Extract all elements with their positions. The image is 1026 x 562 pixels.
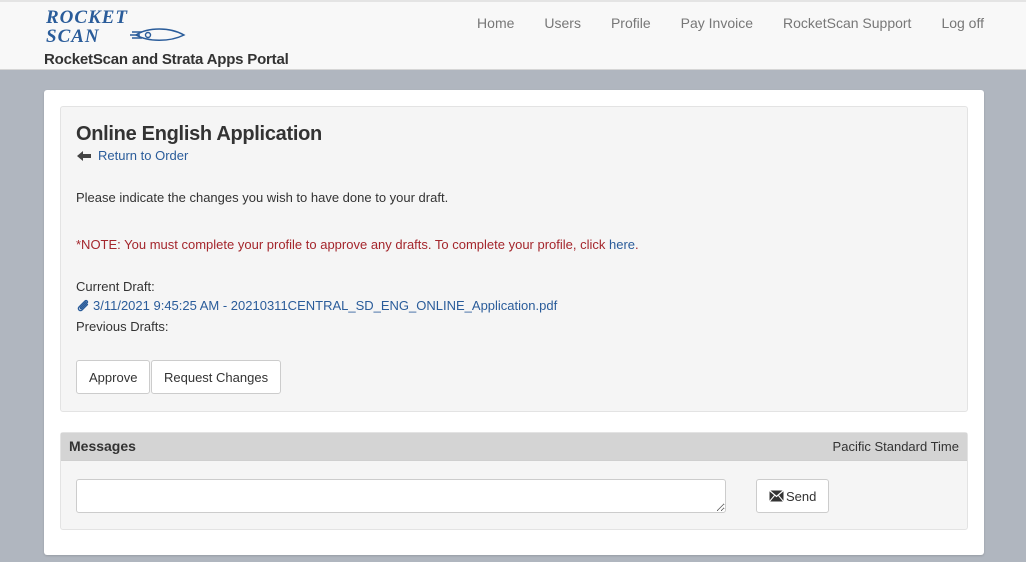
return-to-order-link[interactable]: Return to Order [76, 148, 188, 163]
nav-home[interactable]: Home [477, 15, 514, 31]
return-to-order-label: Return to Order [98, 148, 189, 163]
logo-line1: ROCKET [45, 7, 128, 28]
note-end: . [635, 237, 639, 252]
approve-button[interactable]: Approve [76, 360, 151, 394]
envelope-icon [769, 490, 784, 502]
send-label: Send [786, 488, 817, 504]
paperclip-icon [77, 299, 89, 311]
nav-users[interactable]: Users [544, 15, 581, 31]
main-container: Online English Application Return to Ord… [44, 90, 984, 555]
nav-pay-invoice[interactable]: Pay Invoice [681, 15, 753, 31]
messages-title: Messages [69, 438, 136, 454]
nav-profile[interactable]: Profile [611, 15, 651, 31]
current-draft-label: Current Draft: [76, 279, 155, 294]
previous-drafts-label: Previous Drafts: [76, 319, 169, 334]
logo-line2: SCAN [46, 26, 100, 45]
rocketscan-logo[interactable]: ROCKET SCAN [44, 7, 194, 45]
send-button[interactable]: Send [756, 479, 830, 513]
message-input[interactable] [76, 479, 726, 513]
instructions-text: Please indicate the changes you wish to … [76, 190, 449, 205]
messages-header: Messages Pacific Standard Time [61, 433, 967, 461]
draft-panel: Online English Application Return to Ord… [60, 106, 968, 412]
page-title: Online English Application [76, 123, 322, 145]
main-nav: Home Users Profile Pay Invoice RocketSca… [477, 15, 984, 31]
request-changes-button[interactable]: Request Changes [151, 360, 282, 394]
nav-rocketscan-support[interactable]: RocketScan Support [783, 15, 911, 31]
arrow-left-icon [77, 150, 91, 161]
note-text: *NOTE: You must complete your profile to… [76, 237, 610, 252]
messages-panel: Messages Pacific Standard Time Send [60, 432, 968, 530]
portal-title: RocketScan and Strata Apps Portal [44, 51, 289, 68]
nav-log-off[interactable]: Log off [941, 15, 984, 31]
current-draft-filename: 3/11/2021 9:45:25 AM - 20210311CENTRAL_S… [93, 298, 558, 313]
complete-profile-link[interactable]: here [609, 237, 635, 252]
profile-note: *NOTE: You must complete your profile to… [76, 237, 639, 252]
rocket-icon [130, 28, 186, 41]
current-draft-link[interactable]: 3/11/2021 9:45:25 AM - 20210311CENTRAL_S… [76, 298, 557, 313]
top-navbar: ROCKET SCAN RocketScan and Strata Apps P… [0, 0, 1026, 70]
timezone-label: Pacific Standard Time [832, 439, 959, 454]
